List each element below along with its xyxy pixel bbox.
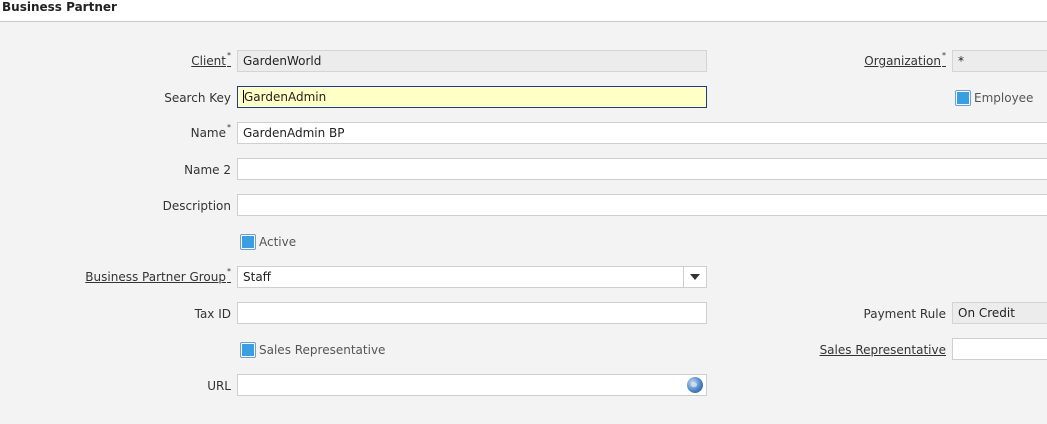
client-required-mark: * [227, 51, 231, 60]
organization-required-mark: * [942, 51, 946, 60]
sales-rep-checkbox[interactable]: Sales Representative [240, 342, 385, 358]
search-key-input[interactable]: GardenAdmin [237, 86, 707, 108]
organization-label-text[interactable]: Organization [864, 54, 941, 68]
tax-id-label: Tax ID [195, 307, 231, 321]
bp-group-value[interactable]: Staff [243, 270, 271, 284]
organization-value: * [958, 54, 964, 68]
employee-checkbox[interactable]: Employee [955, 90, 1033, 106]
payment-rule-field[interactable]: On Credit [952, 302, 1047, 324]
search-key-value[interactable]: GardenAdmin [244, 90, 326, 104]
checkbox-checked-icon [242, 344, 254, 356]
url-label-text: URL [207, 379, 231, 393]
name-label-text: Name [190, 126, 226, 140]
search-key-label-text: Search Key [164, 91, 231, 105]
employee-label: Employee [974, 91, 1034, 105]
payment-rule-label: Payment Rule [864, 307, 946, 321]
organization-field: * [952, 50, 1047, 72]
employee-checkbox-box[interactable] [955, 90, 971, 106]
name2-label: Name 2 [184, 163, 231, 177]
name2-input[interactable] [237, 158, 1047, 180]
window-title: Business Partner [2, 0, 117, 14]
active-checkbox-box[interactable] [240, 234, 256, 250]
checkbox-checked-icon [957, 92, 969, 104]
name2-label-text: Name 2 [184, 163, 231, 177]
bp-group-select[interactable]: Staff [237, 266, 707, 288]
payment-rule-value[interactable]: On Credit [958, 306, 1015, 320]
url-label: URL [207, 379, 231, 393]
client-label[interactable]: Client* [191, 51, 231, 68]
description-label-text: Description [162, 199, 231, 213]
active-label: Active [259, 235, 297, 249]
name-required-mark: * [227, 123, 231, 132]
description-label: Description [163, 199, 231, 213]
payment-rule-label-text: Payment Rule [863, 307, 946, 321]
text-caret [243, 90, 244, 103]
active-checkbox[interactable]: Active [240, 234, 296, 250]
sales-rep-input[interactable] [952, 338, 1047, 360]
name-label: Name* [190, 123, 231, 140]
organization-label[interactable]: Organization* [864, 51, 946, 68]
window-title-bar: Business Partner [0, 0, 1047, 22]
bp-group-label[interactable]: Business Partner Group* [85, 267, 231, 284]
search-key-label: Search Key [164, 91, 231, 105]
description-input[interactable] [237, 194, 1047, 216]
sales-rep-checkbox-label: Sales Representative [259, 343, 386, 357]
name-input[interactable]: GardenAdmin BP [237, 122, 1047, 144]
sales-rep-label[interactable]: Sales Representative [820, 343, 946, 357]
chevron-down-icon [690, 274, 700, 280]
bp-group-required-mark: * [227, 267, 231, 276]
client-field: GardenWorld [237, 50, 707, 72]
sales-rep-label-text[interactable]: Sales Representative [820, 343, 946, 357]
name-value[interactable]: GardenAdmin BP [243, 126, 345, 140]
client-label-text[interactable]: Client [191, 54, 226, 68]
client-value: GardenWorld [243, 54, 322, 68]
bp-group-label-text[interactable]: Business Partner Group [85, 270, 226, 284]
url-input[interactable] [237, 374, 707, 396]
sales-rep-checkbox-box[interactable] [240, 342, 256, 358]
checkbox-checked-icon [242, 236, 254, 248]
dropdown-button[interactable] [683, 267, 706, 287]
globe-icon[interactable] [687, 377, 703, 393]
tax-id-input[interactable] [237, 302, 707, 324]
tax-id-label-text: Tax ID [194, 307, 231, 321]
